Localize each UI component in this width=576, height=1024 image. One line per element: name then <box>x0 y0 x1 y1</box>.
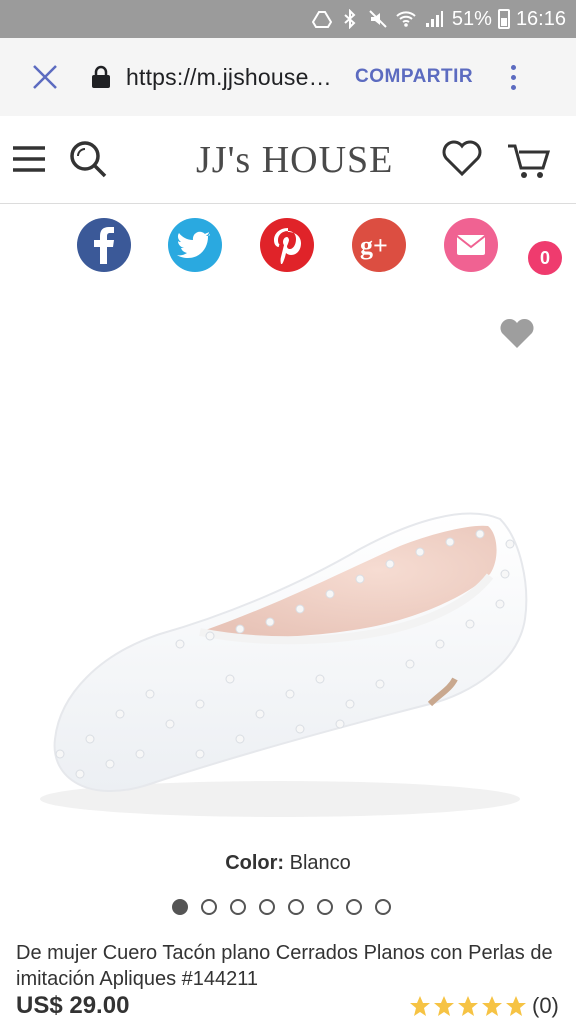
pinterest-icon <box>274 228 301 264</box>
more-options-button[interactable] <box>503 64 523 90</box>
more-dot-icon <box>510 64 516 70</box>
carousel-dot[interactable] <box>346 899 362 915</box>
google-plus-share-button[interactable]: g+ <box>352 218 406 272</box>
browser-toolbar: https://m.jjshouse… COMPARTIR <box>0 38 576 116</box>
color-label: Color: <box>225 852 285 874</box>
clock: 16:16 <box>515 7 566 30</box>
review-count: (0) <box>532 993 559 1018</box>
carousel-dot[interactable] <box>201 899 217 915</box>
svg-text:g+: g+ <box>360 231 388 260</box>
lock-icon <box>90 38 112 116</box>
twitter-icon <box>177 231 210 258</box>
more-dot-icon <box>510 74 516 80</box>
star-icon <box>434 996 454 1016</box>
product-title: De mujer Cuero Tacón plano Cerrados Plan… <box>16 942 553 990</box>
signal-icon <box>425 11 443 27</box>
facebook-share-button[interactable] <box>77 218 131 272</box>
email-share-button[interactable] <box>444 218 498 272</box>
pinterest-share-button[interactable] <box>260 218 314 272</box>
heart-icon[interactable] <box>441 138 483 178</box>
site-header: JJ's HOUSE 0 <box>0 116 576 275</box>
battery-icon <box>497 9 510 29</box>
star-icon <box>506 996 526 1016</box>
url-bar[interactable]: https://m.jjshouse… <box>126 64 344 91</box>
carousel-dot[interactable] <box>288 899 304 915</box>
carousel-dot[interactable] <box>375 899 391 915</box>
site-logo[interactable]: JJ's HOUSE <box>196 138 393 182</box>
carousel-dot[interactable] <box>317 899 333 915</box>
close-icon <box>33 65 57 89</box>
email-icon <box>456 235 486 255</box>
bluetooth-icon <box>344 9 356 29</box>
carousel-dot[interactable] <box>172 899 188 915</box>
color-selection: Color: Blanco <box>0 852 576 875</box>
battery-percent: 51% <box>451 7 492 30</box>
google-plus-icon: g+ <box>360 231 388 260</box>
wifi-icon <box>396 11 416 27</box>
status-icons <box>311 9 444 29</box>
product-rating[interactable]: (0) <box>408 993 559 1019</box>
product-price: US$ 29.00 <box>16 992 130 1019</box>
carousel-dot[interactable] <box>259 899 275 915</box>
twitter-share-button[interactable] <box>168 218 222 272</box>
favorite-heart-icon[interactable] <box>498 316 536 350</box>
star-icon <box>410 996 430 1016</box>
drive-icon <box>311 11 332 28</box>
social-share-bar: g+ <box>0 204 576 284</box>
menu-icon[interactable] <box>12 144 46 174</box>
mute-icon <box>369 10 387 28</box>
star-icon <box>482 996 502 1016</box>
close-tab-button[interactable] <box>0 38 90 116</box>
carousel-dot[interactable] <box>230 899 246 915</box>
product-image[interactable] <box>0 284 576 844</box>
facebook-icon <box>94 227 114 264</box>
star-icon <box>458 996 478 1016</box>
share-button[interactable]: COMPARTIR <box>355 66 473 88</box>
image-carousel-indicator <box>172 899 391 915</box>
cart-icon[interactable] <box>506 140 552 180</box>
color-value: Blanco <box>289 852 351 874</box>
search-icon[interactable] <box>68 139 108 179</box>
status-bar: 51% 16:16 <box>0 0 576 38</box>
more-dot-icon <box>510 84 516 90</box>
